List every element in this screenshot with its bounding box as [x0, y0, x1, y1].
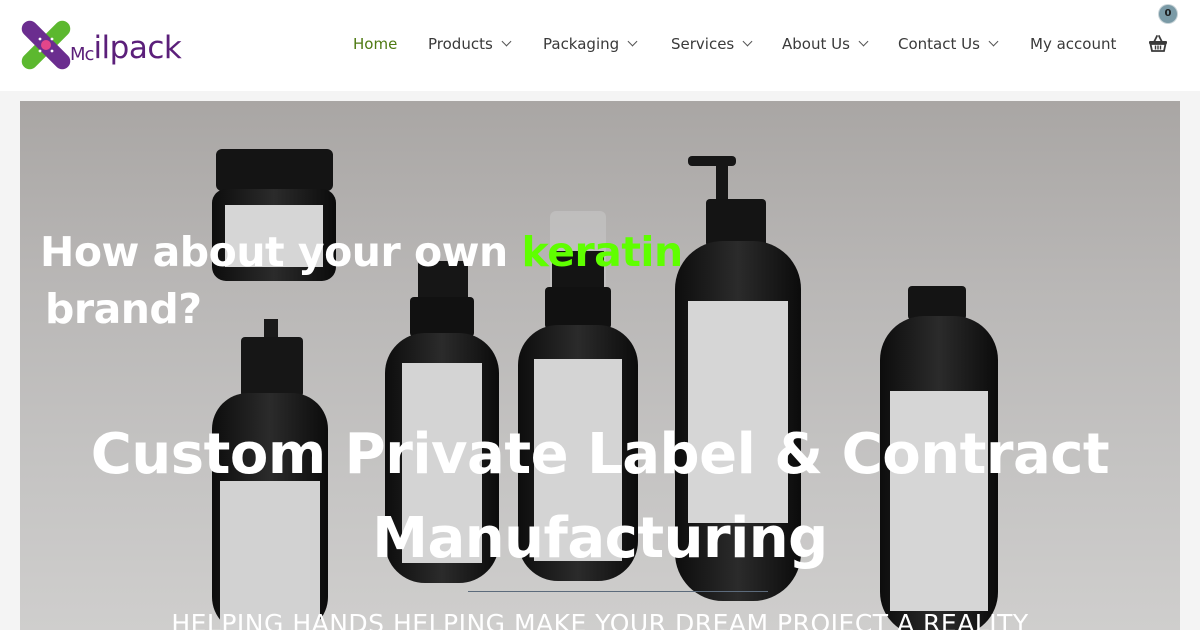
chevron-down-icon	[627, 36, 638, 47]
hero-subtitle: HELPING HANDS HELPING MAKE YOUR DREAM PR…	[171, 609, 1029, 630]
site-header: Mcilpack Home Products Packaging Service…	[0, 0, 1200, 91]
chevron-down-icon	[858, 36, 869, 47]
hero-question-part1: How about your own	[40, 228, 522, 276]
cart-button[interactable]	[1148, 34, 1168, 54]
cart-count-badge: 0	[1159, 5, 1177, 23]
logo-prefix: Mc	[70, 44, 94, 65]
chevron-down-icon	[988, 36, 999, 47]
nav-packaging[interactable]: Packaging	[543, 35, 638, 53]
hero-banner: How about your own keratin brand? Custom…	[20, 101, 1180, 630]
hero-question-part2: brand?	[45, 285, 202, 333]
chevron-down-icon	[501, 36, 512, 47]
nav-about-us-label: About Us	[782, 35, 850, 53]
nav-products-label: Products	[428, 35, 493, 53]
logo-name: ilpack	[93, 30, 182, 66]
hero-question: How about your own keratin brand?	[40, 224, 683, 338]
nav-contact-us-label: Contact Us	[898, 35, 980, 53]
nav-home-label: Home	[353, 35, 398, 53]
hero-title-line1: Custom Private Label & Contract	[90, 422, 1110, 487]
logo-wordmark: Mcilpack	[70, 30, 182, 66]
nav-my-account[interactable]: My account	[1030, 35, 1116, 53]
nav-home[interactable]: Home	[353, 35, 397, 53]
nav-products[interactable]: Products	[428, 35, 512, 53]
mcilpack-logo[interactable]: Mcilpack	[18, 18, 193, 74]
chevron-down-icon	[742, 36, 753, 47]
nav-packaging-label: Packaging	[543, 35, 620, 53]
hero-question-highlight: keratin	[521, 228, 683, 276]
nav-my-account-label: My account	[1030, 35, 1117, 53]
logo-mark-icon	[21, 20, 71, 70]
nav-services[interactable]: Services	[671, 35, 753, 53]
hero-title-line2: Manufacturing	[372, 506, 828, 571]
nav-about-us[interactable]: About Us	[782, 35, 869, 53]
basket-icon	[1149, 35, 1167, 52]
hero-title: Custom Private Label & Contract Manufact…	[20, 413, 1180, 581]
nav-services-label: Services	[671, 35, 735, 53]
hero-divider	[468, 591, 768, 592]
nav-contact-us[interactable]: Contact Us	[898, 35, 999, 53]
